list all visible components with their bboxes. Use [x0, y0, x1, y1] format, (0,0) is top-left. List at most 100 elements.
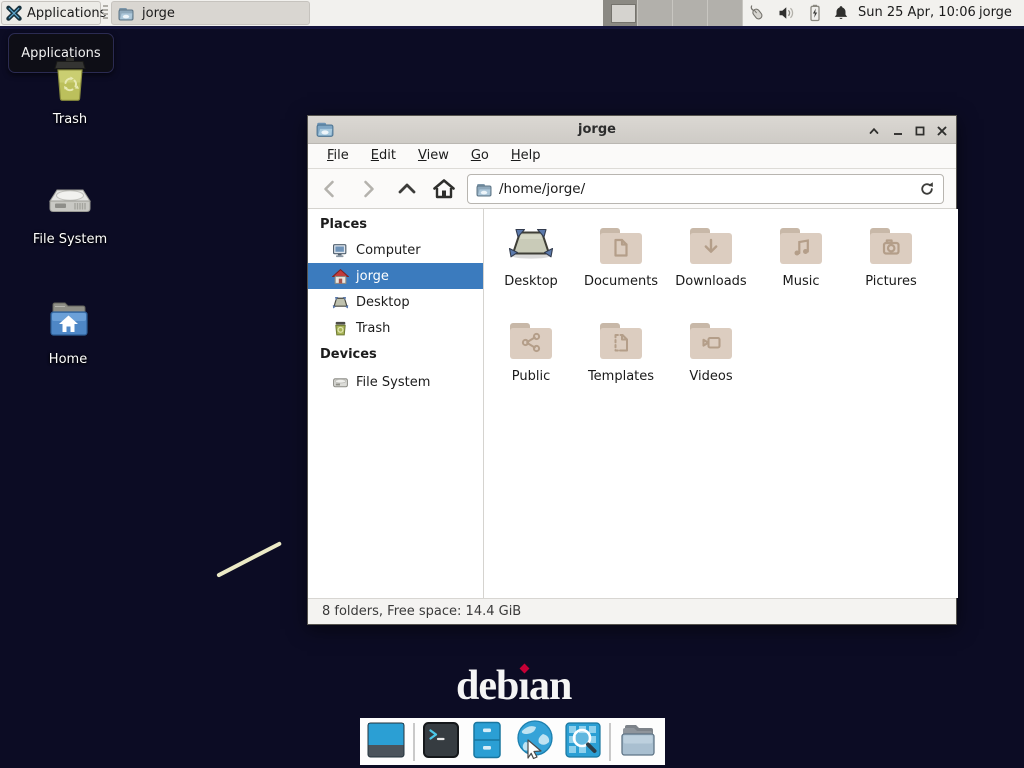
folder-icon — [476, 182, 492, 196]
file-item-label: Documents — [576, 274, 666, 289]
file-manager-window: jorge File Edit View Go Help — [307, 115, 957, 625]
up-button[interactable] — [393, 177, 421, 201]
home-icon — [332, 268, 349, 285]
file-item-desktop[interactable]: Desktop — [486, 221, 576, 313]
file-item-videos[interactable]: Videos — [666, 316, 756, 408]
top-panel: Applications jorge — [0, 0, 1024, 29]
window-title: jorge — [348, 116, 846, 144]
trash-icon — [46, 91, 94, 110]
desktop-icon-file-system[interactable]: File System — [15, 176, 125, 247]
back-button[interactable] — [316, 177, 344, 201]
file-item-templates[interactable]: Templates — [576, 316, 666, 408]
workspace-2[interactable] — [638, 0, 673, 26]
file-item-documents[interactable]: Documents — [576, 221, 666, 313]
desktop-icon — [332, 294, 349, 311]
file-item-music[interactable]: Music — [756, 221, 846, 313]
file-item-pictures[interactable]: Pictures — [846, 221, 936, 313]
file-item-label: Desktop — [486, 274, 576, 289]
terminal-icon[interactable] — [421, 720, 461, 764]
mouse-icon[interactable] — [748, 4, 766, 22]
file-item-label: Downloads — [666, 274, 756, 289]
stylus-line-artifact — [216, 541, 282, 577]
folder-templates-icon — [597, 347, 645, 366]
folder-pictures-icon — [867, 252, 915, 271]
file-item-label: Music — [756, 274, 846, 289]
debian-logo-i: ı — [518, 662, 529, 710]
debian-logo: deb ı an — [456, 662, 571, 710]
path-bar[interactable]: /home/jorge/ — [467, 174, 944, 204]
forward-button[interactable] — [354, 177, 382, 201]
menu-file[interactable]: File — [316, 144, 360, 168]
minimize-button[interactable] — [891, 124, 905, 137]
sidebar-item-label: File System — [356, 375, 430, 390]
path-text[interactable]: /home/jorge/ — [499, 181, 919, 197]
folder-public-icon — [507, 347, 555, 366]
file-item-label: Public — [486, 369, 576, 384]
menu-go[interactable]: Go — [460, 144, 500, 168]
drive-icon — [332, 374, 349, 391]
sidebar-header-devices: Devices — [320, 347, 377, 362]
menu-edit[interactable]: Edit — [360, 144, 407, 168]
sidebar-item-label: jorge — [356, 269, 389, 284]
sidebar-item-label: Desktop — [356, 295, 410, 310]
desktop-icon-label: Home — [13, 352, 123, 367]
debian-logo-text: deb — [456, 662, 518, 710]
folder-icon — [118, 6, 134, 20]
shade-button[interactable] — [867, 124, 881, 137]
volume-icon[interactable] — [778, 4, 796, 22]
workspace-switcher[interactable] — [603, 0, 743, 26]
status-text: 8 folders, Free space: 14.4 GiB — [322, 604, 521, 619]
directory-menu-icon[interactable] — [617, 720, 659, 764]
workspace-3[interactable] — [673, 0, 708, 26]
show-desktop-icon[interactable] — [365, 720, 407, 764]
menu-help[interactable]: Help — [500, 144, 552, 168]
sidebar-header-places: Places — [320, 217, 367, 232]
sidebar: Places Computer — [308, 209, 484, 598]
drive-icon — [46, 211, 94, 230]
folder-music-icon — [777, 252, 825, 271]
desktop: Applications jorge — [0, 0, 1024, 768]
file-item-label: Pictures — [846, 274, 936, 289]
titlebar[interactable]: jorge — [308, 116, 956, 144]
web-browser-icon[interactable] — [513, 718, 557, 766]
desktop-icon-label: Trash — [15, 112, 125, 127]
trash-icon — [332, 320, 349, 337]
maximize-button[interactable] — [913, 124, 927, 137]
applications-button-label: Applications — [27, 6, 106, 21]
close-button[interactable] — [935, 124, 949, 137]
computer-icon — [332, 242, 349, 259]
file-cabinet-icon[interactable] — [467, 720, 507, 764]
taskbar-button[interactable]: jorge — [111, 1, 310, 25]
file-item-public[interactable]: Public — [486, 316, 576, 408]
sidebar-item-desktop[interactable]: Desktop — [308, 289, 483, 315]
sidebar-item-computer[interactable]: Computer — [308, 237, 483, 263]
taskbar-handle[interactable] — [103, 5, 108, 21]
taskbar-button-label: jorge — [142, 6, 175, 21]
workspace-window-thumb — [611, 4, 636, 23]
workspace-4[interactable] — [708, 0, 743, 26]
applications-button[interactable]: Applications — [1, 1, 101, 25]
file-item-downloads[interactable]: Downloads — [666, 221, 756, 313]
statusbar: 8 folders, Free space: 14.4 GiB — [308, 598, 956, 624]
clock[interactable]: Sun 25 Apr, 10:06 — [858, 5, 976, 20]
file-icon-view[interactable]: Desktop Documents — [484, 209, 958, 598]
folder-downloads-icon — [687, 252, 735, 271]
desktop-icon-trash[interactable]: Trash — [15, 56, 125, 127]
notifications-icon[interactable] — [832, 4, 850, 22]
folder-videos-icon — [687, 347, 735, 366]
sidebar-item-file-system[interactable]: File System — [308, 369, 483, 395]
battery-icon[interactable] — [806, 4, 824, 22]
debian-logo-text: an — [529, 662, 571, 710]
sidebar-item-jorge[interactable]: jorge — [308, 263, 483, 289]
reload-icon[interactable] — [919, 181, 935, 197]
window-folder-icon — [316, 121, 334, 138]
username-label[interactable]: jorge — [979, 5, 1012, 20]
application-finder-icon[interactable] — [563, 720, 603, 764]
workspace-1[interactable] — [603, 0, 638, 26]
file-item-label: Videos — [666, 369, 756, 384]
desktop-icon-home[interactable]: Home — [13, 296, 123, 367]
menu-view[interactable]: View — [407, 144, 460, 168]
sidebar-item-trash[interactable]: Trash — [308, 315, 483, 341]
home-button[interactable] — [430, 177, 458, 201]
dock-panel — [360, 718, 665, 765]
